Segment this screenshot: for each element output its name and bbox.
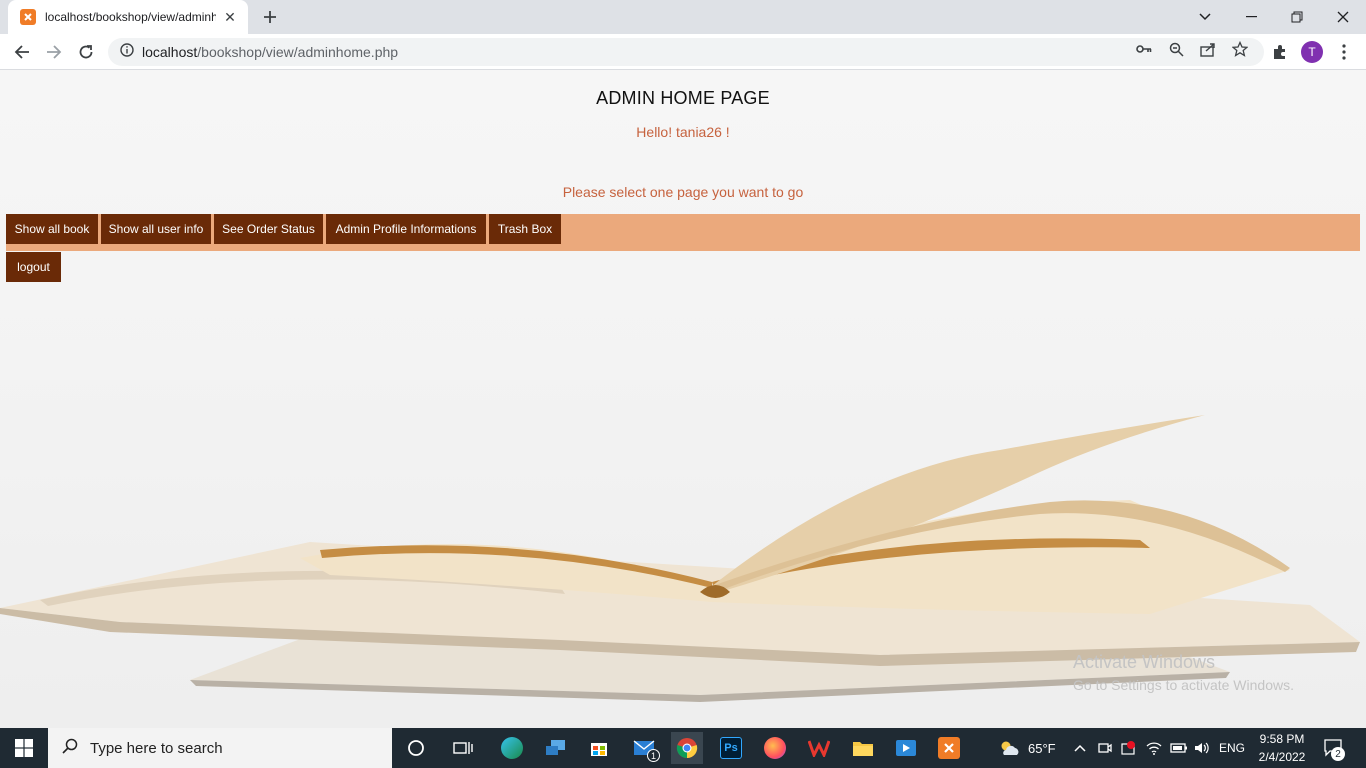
- see-order-status-button[interactable]: See Order Status: [214, 214, 323, 244]
- page-title: ADMIN HOME PAGE: [596, 88, 770, 108]
- url-path: /bookshop/view/adminhome.php: [197, 44, 399, 60]
- show-all-book-button[interactable]: Show all book: [6, 214, 98, 244]
- media-player-icon[interactable]: [890, 732, 922, 764]
- photoshop-icon[interactable]: Ps: [715, 732, 747, 764]
- url-host: localhost: [142, 44, 198, 60]
- wifi-icon[interactable]: [1146, 728, 1162, 768]
- key-icon[interactable]: [1135, 40, 1153, 58]
- url-text: localhost/bookshop/view/adminhome.php: [142, 44, 398, 60]
- share-icon[interactable]: [1199, 40, 1217, 58]
- tab-strip: localhost/bookshop/view/adminhome.php ✕: [0, 0, 1366, 34]
- site-info-icon[interactable]: [120, 42, 134, 62]
- trash-box-button[interactable]: Trash Box: [489, 214, 561, 244]
- close-tab-icon[interactable]: ✕: [222, 9, 238, 25]
- cortana-icon[interactable]: [400, 732, 432, 764]
- bookmark-star-icon[interactable]: [1231, 40, 1249, 58]
- tab-search-icon[interactable]: [1182, 0, 1228, 34]
- address-bar[interactable]: localhost/bookshop/view/adminhome.php: [108, 38, 1264, 66]
- task-view-icon[interactable]: [447, 732, 479, 764]
- search-placeholder: Type here to search: [90, 739, 223, 757]
- xampp-icon[interactable]: [933, 732, 965, 764]
- edge-icon[interactable]: [496, 732, 528, 764]
- edge-logo: [501, 737, 523, 759]
- admin-profile-informations-button[interactable]: Admin Profile Informations: [326, 214, 486, 244]
- firefox-logo: [764, 737, 786, 759]
- zoom-icon[interactable]: [1167, 40, 1185, 58]
- browser-tab[interactable]: localhost/bookshop/view/adminhome.php ✕: [8, 0, 248, 34]
- notification-center-icon[interactable]: 2: [1324, 728, 1345, 768]
- restore-icon[interactable]: [1274, 0, 1320, 34]
- menu-icon[interactable]: [1334, 42, 1354, 62]
- show-hidden-icons-icon[interactable]: [1074, 728, 1086, 768]
- windows-start-icon[interactable]: [0, 728, 48, 768]
- firefox-icon[interactable]: [759, 732, 791, 764]
- extensions-icon[interactable]: [1270, 42, 1290, 62]
- xampp-favicon-icon: [20, 9, 36, 25]
- weather-temperature: 65°F: [1028, 740, 1056, 756]
- instruction-text: Please select one page you want to go: [562, 184, 804, 200]
- search-icon: [62, 738, 78, 759]
- show-all-user-info-button[interactable]: Show all user info: [101, 214, 211, 244]
- language-indicator[interactable]: ENG: [1219, 728, 1245, 768]
- microsoft-store-icon[interactable]: [583, 732, 615, 764]
- xampp-logo: [938, 737, 960, 759]
- browser-toolbar: localhost/bookshop/view/adminhome.php: [0, 34, 1366, 70]
- clock-date: 2/4/2022: [1258, 750, 1306, 764]
- tab-title: localhost/bookshop/view/adminhome.php: [45, 10, 216, 24]
- volume-icon[interactable]: [1194, 728, 1210, 768]
- wps-office-icon[interactable]: [803, 732, 835, 764]
- minimize-icon[interactable]: [1228, 0, 1274, 34]
- forward-icon[interactable]: [40, 38, 68, 66]
- activate-windows-title: Activate Windows: [1073, 652, 1216, 672]
- notification-count: 2: [1331, 747, 1345, 761]
- windows-taskbar: Type here to search 1 Ps 65°F ENG 9:58 P…: [0, 728, 1366, 768]
- taskbar-search-box[interactable]: Type here to search: [48, 728, 392, 768]
- weather-widget[interactable]: 65°F: [998, 728, 1056, 768]
- chrome-icon[interactable]: [671, 732, 703, 764]
- clock-time: 9:58 PM: [1259, 732, 1305, 746]
- file-explorer-icon[interactable]: [847, 732, 879, 764]
- meet-now-icon[interactable]: [1098, 728, 1112, 768]
- activate-windows-subtitle: Go to Settings to activate Windows.: [1073, 677, 1294, 693]
- profile-avatar[interactable]: T: [1301, 41, 1323, 63]
- logout-button[interactable]: logout: [6, 252, 61, 282]
- battery-icon[interactable]: [1170, 728, 1188, 768]
- system-clock[interactable]: 9:58 PM 2/4/2022: [1252, 730, 1312, 766]
- mail-badge: 1: [647, 749, 660, 762]
- back-icon[interactable]: [8, 38, 36, 66]
- mail-icon[interactable]: 1: [628, 732, 660, 764]
- greeting-text: Hello! tania26 !: [636, 124, 730, 140]
- new-tab-icon[interactable]: [258, 5, 282, 29]
- security-alert-icon[interactable]: [1120, 728, 1136, 768]
- photoshop-logo: Ps: [720, 737, 742, 759]
- page-content: ADMIN HOME PAGE Hello! tania26 ! Please …: [0, 70, 1366, 728]
- close-window-icon[interactable]: [1320, 0, 1366, 34]
- reload-icon[interactable]: [72, 38, 100, 66]
- network-app-icon[interactable]: [540, 732, 572, 764]
